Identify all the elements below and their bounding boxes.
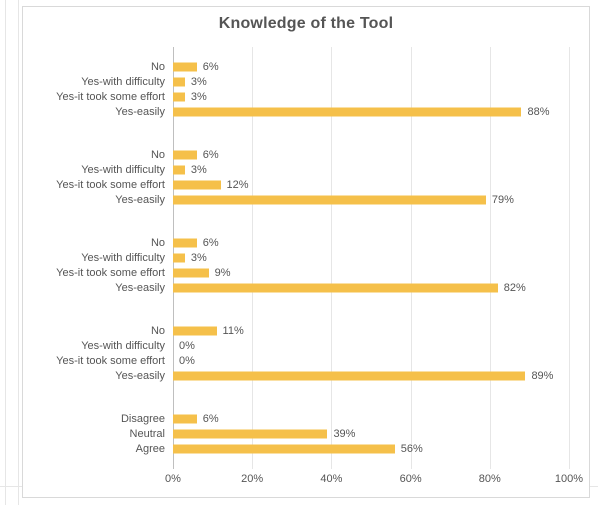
y-tick-label: Yes-with difficulty — [81, 252, 165, 264]
bar — [173, 284, 498, 293]
data-label: 12% — [227, 179, 249, 191]
bar — [173, 93, 185, 102]
y-tick-label: Yes-with difficulty — [81, 340, 165, 352]
y-tick-label: Yes-it took some effort — [56, 91, 165, 103]
y-tick-label: No — [151, 61, 165, 73]
data-label: 88% — [527, 106, 549, 118]
y-tick-label: No — [151, 325, 165, 337]
bar — [173, 166, 185, 175]
bar — [173, 445, 395, 454]
x-tick-label: 40% — [320, 473, 342, 485]
data-label: 9% — [215, 267, 231, 279]
bar — [173, 269, 209, 278]
data-label: 6% — [203, 413, 219, 425]
data-label: 11% — [223, 325, 244, 337]
data-label: 3% — [191, 252, 207, 264]
bar — [173, 254, 185, 263]
y-tick-label: Yes-easily — [115, 370, 165, 382]
chart-object[interactable]: Knowledge of the Tool 6% 3% 3% 88% 6% 3% 12% 79… — [22, 6, 590, 498]
data-label: 39% — [333, 428, 355, 440]
y-tick-label: Yes-easily — [115, 282, 165, 294]
data-label: 82% — [504, 282, 526, 294]
data-label: 56% — [401, 443, 423, 455]
x-axis: 0%20%40%60%80%100% — [173, 473, 569, 491]
data-label: 0% — [179, 355, 195, 367]
bar — [173, 78, 185, 87]
data-label: 79% — [492, 194, 514, 206]
bar — [173, 151, 197, 160]
y-tick-label: Yes-it took some effort — [56, 179, 165, 191]
spreadsheet-canvas: Knowledge of the Tool 6% 3% 3% 88% 6% 3% 12% 79… — [0, 0, 598, 505]
y-tick-label: Agree — [136, 443, 165, 455]
y-tick-label: Yes-easily — [115, 194, 165, 206]
y-tick-label: Yes-with difficulty — [81, 164, 165, 176]
data-label: 6% — [203, 61, 219, 73]
bar — [173, 239, 197, 248]
data-label: 3% — [191, 164, 207, 176]
y-tick-label: No — [151, 237, 165, 249]
bar — [173, 181, 221, 190]
y-tick-label: Neutral — [130, 428, 165, 440]
chart-title: Knowledge of the Tool — [23, 15, 589, 33]
y-tick-label: Yes-easily — [115, 106, 165, 118]
x-tick-label: 60% — [400, 473, 422, 485]
y-tick-label: Yes-it took some effort — [56, 267, 165, 279]
x-tick-label: 100% — [555, 473, 583, 485]
data-label: 6% — [203, 237, 219, 249]
bar — [173, 372, 525, 381]
x-tick-label: 80% — [479, 473, 501, 485]
plot-area: 6% 3% 3% 88% 6% 3% 12% 79% 6% 3% 9% 82% 11% 0% 0% 89% 6%… — [173, 47, 569, 469]
bar — [173, 108, 521, 117]
data-label: 0% — [179, 340, 195, 352]
bar — [173, 63, 197, 72]
x-tick-label: 0% — [165, 473, 181, 485]
y-tick-label: Disagree — [121, 413, 165, 425]
bar — [173, 430, 327, 439]
y-tick-label: Yes-it took some effort — [56, 355, 165, 367]
y-tick-label: No — [151, 149, 165, 161]
bar — [173, 196, 486, 205]
x-tick-label: 20% — [241, 473, 263, 485]
data-label: 6% — [203, 149, 219, 161]
data-label: 3% — [191, 76, 207, 88]
bar — [173, 327, 217, 336]
y-tick-label: Yes-with difficulty — [81, 76, 165, 88]
data-label: 89% — [531, 370, 553, 382]
data-label: 3% — [191, 91, 207, 103]
bar — [173, 415, 197, 424]
